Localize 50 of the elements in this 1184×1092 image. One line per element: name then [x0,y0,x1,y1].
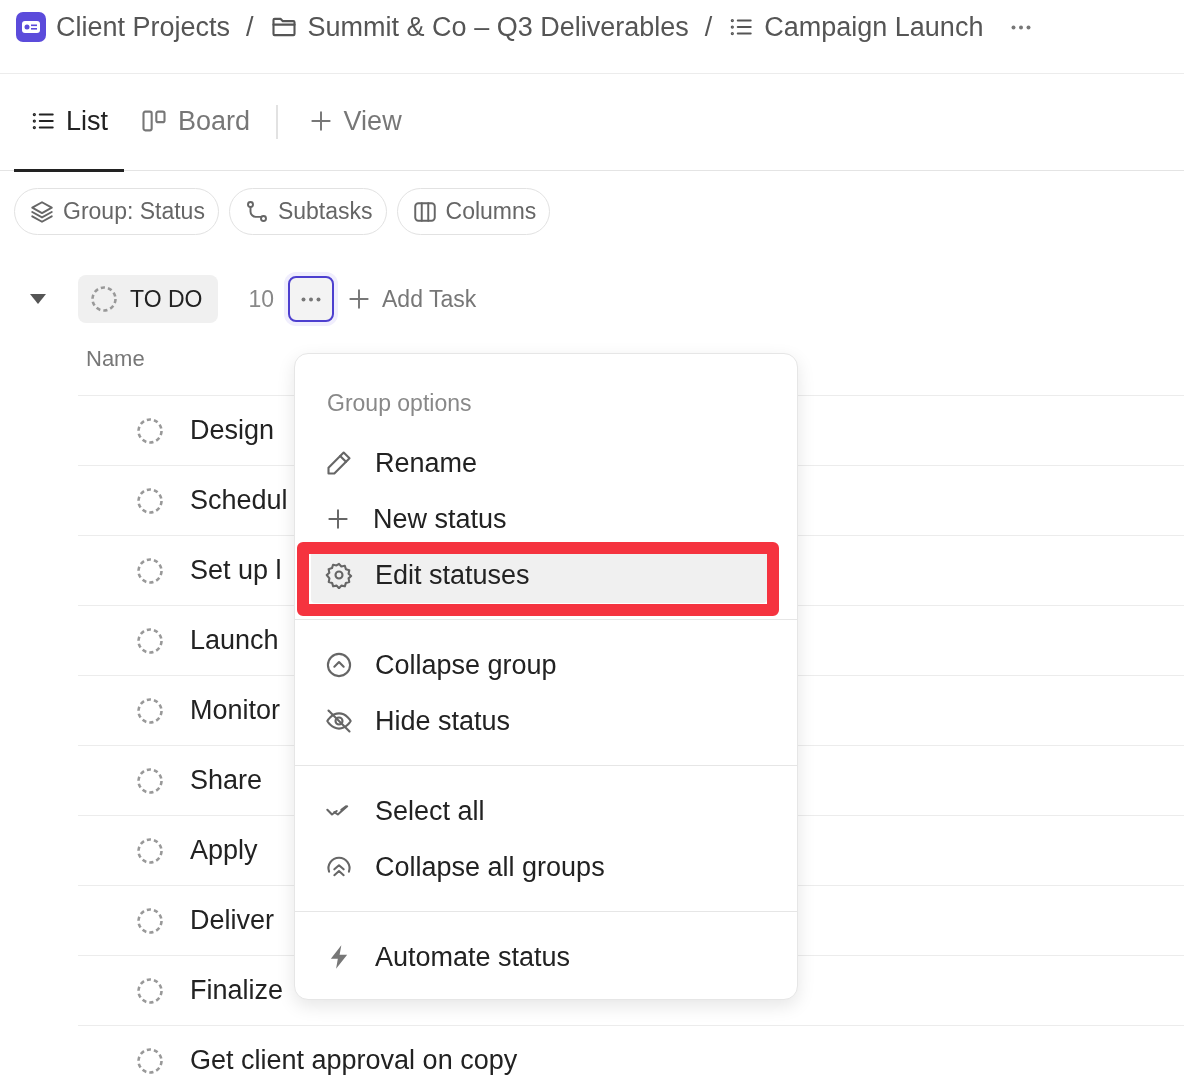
task-name[interactable]: Share [190,765,263,796]
menu-item[interactable]: Hide status [311,693,767,749]
task-name[interactable]: Deliver [190,905,275,936]
breadcrumb-link[interactable]: Campaign Launch [728,8,984,46]
status-circle-icon[interactable] [136,486,164,515]
task-name[interactable]: Get client approval on copy [190,1045,518,1076]
breadcrumb-link[interactable]: Summit & Co – Q3 Deliverables [269,8,689,46]
status-circle-icon[interactable] [136,836,164,865]
status-pill[interactable]: TO DO [78,275,219,323]
more-icon [301,296,321,302]
menu-item[interactable]: Select all [311,783,767,839]
breadcrumb-link[interactable]: Client Projects [16,8,231,46]
task-name[interactable]: Apply [190,835,258,866]
task-name[interactable]: Finalize [190,975,284,1006]
menu-item[interactable]: Collapse all groups [311,839,767,895]
caret-icon [29,293,47,305]
status-circle-icon[interactable] [136,416,164,445]
status-circle-icon[interactable] [136,696,164,725]
settings-icon [325,561,353,589]
view-tab[interactable]: Board [124,74,267,172]
breadcrumb-separator: / [704,11,713,44]
add-task-button[interactable]: Add Task [346,285,477,313]
menu-heading: Group options [326,389,473,418]
status-circle-icon[interactable] [136,976,164,1005]
status-circle-icon[interactable] [136,766,164,795]
menu-item[interactable]: Rename [311,435,767,491]
status-circle-icon[interactable] [136,626,164,655]
view-tab[interactable]: List [14,74,125,172]
chevron-circle-icon [325,651,353,679]
status-circle-icon[interactable] [136,1046,164,1075]
status-circle-icon [90,285,118,313]
menu-item[interactable]: Automate status [311,929,767,985]
menu-item[interactable]: Collapse group [311,637,767,693]
pencil-icon [325,449,353,477]
breadcrumb-separator: / [246,11,254,44]
more-icon [1011,24,1032,30]
task-name[interactable]: Schedul [190,485,288,516]
eye-off-icon [325,707,353,735]
status-circle-icon[interactable] [136,906,164,935]
task-name[interactable]: Design [190,415,275,446]
layers-icon [29,198,55,225]
task-name[interactable]: Set up l [190,555,282,586]
task-count: 10 [248,285,274,313]
menu-item[interactable]: New status [311,491,767,547]
status-circle-icon[interactable] [136,556,164,585]
space-icon [16,12,46,42]
add-view-button[interactable]: View [291,74,418,172]
task-name[interactable]: Monitor [190,695,281,726]
task-name[interactable]: Launch [190,625,279,656]
column-header: Name [86,346,145,372]
